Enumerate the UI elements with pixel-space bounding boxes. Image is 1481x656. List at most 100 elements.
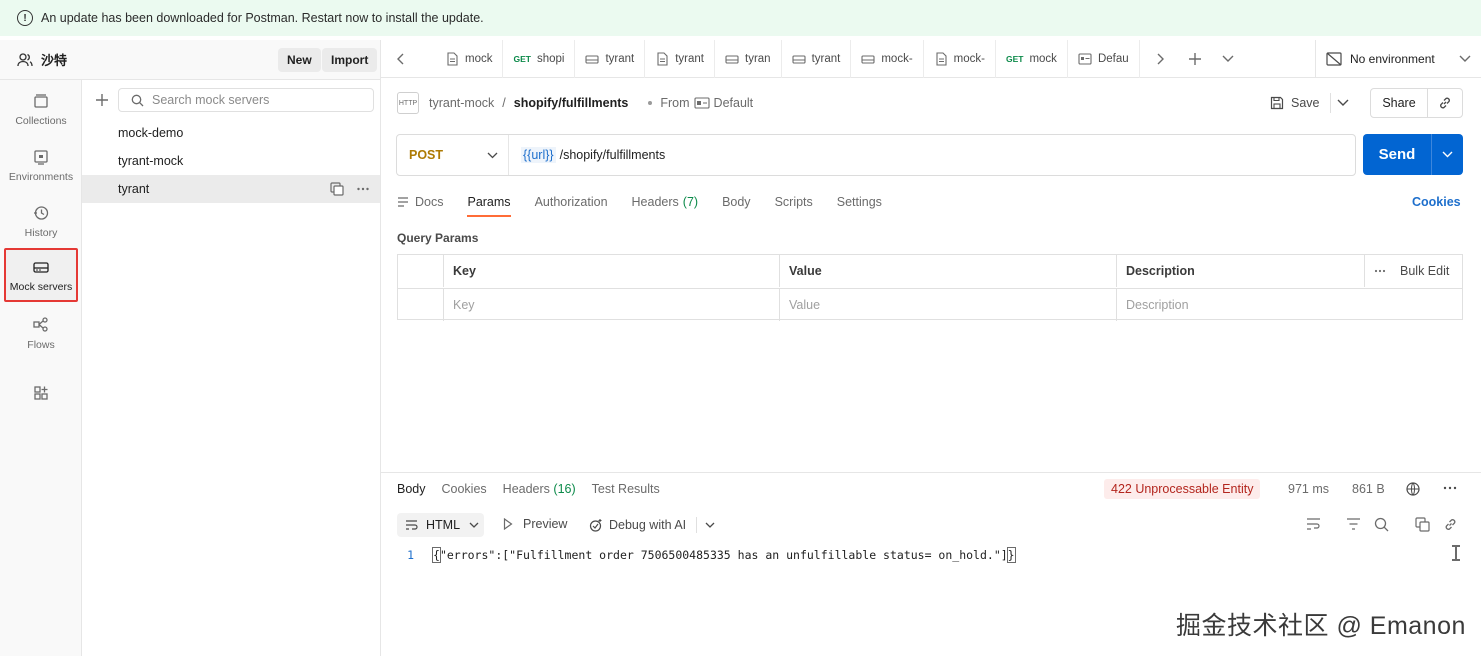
from-environment[interactable]: Default [714,96,754,110]
mock-server-item[interactable]: mock-demo [82,119,380,147]
request-name[interactable]: shopify/fulfillments [514,96,629,110]
tab-item[interactable]: mock [421,39,504,78]
table-header-row: Key Value Description Bulk Edit [398,255,1462,288]
environment-label: No environment [1350,52,1435,66]
description-input[interactable]: Description [1116,289,1462,321]
bulk-edit-button[interactable]: Bulk Edit [1364,255,1462,287]
tab-label: Authorization [534,195,608,209]
tabs-dropdown-button[interactable] [1210,40,1246,78]
new-button[interactable]: New [278,48,321,72]
chevron-down-icon [469,522,479,528]
mock-server-item[interactable]: tyrant-mock [82,147,380,175]
sidebar-item-environments[interactable]: Environments [4,138,78,192]
tab-response-body[interactable]: Body [397,482,426,496]
send-button[interactable]: Send [1363,146,1431,163]
import-button[interactable]: Import [322,48,378,72]
sidebar-item-flows[interactable]: Flows [4,306,78,360]
send-options-button[interactable] [1432,151,1463,158]
tab-headers[interactable]: Headers (7) [632,187,699,217]
save-button[interactable]: Save [1270,96,1320,110]
share-button[interactable]: Share [1371,96,1427,110]
key-input[interactable]: Key [443,289,779,321]
tab-scripts[interactable]: Scripts [775,187,813,217]
method-select[interactable]: POST [397,135,509,175]
debug-label: Debug with AI [609,518,687,532]
tab-settings[interactable]: Settings [837,187,882,217]
search-icon[interactable] [1374,517,1389,532]
tab-item[interactable]: tyrant [645,39,715,78]
left-sidebar: Collections Environments History Mock se… [0,80,82,656]
search-icon [131,94,144,106]
sidebar-item-label: History [24,226,58,239]
method-value: POST [409,148,444,162]
network-globe-icon[interactable] [1405,481,1421,497]
response-body-code[interactable]: 1 {"errors":["Fulfillment order 75065004… [381,545,1451,565]
mock-server-item-selected[interactable]: tyrant [82,175,380,203]
tab-item[interactable]: GET shopi [503,39,576,78]
preview-button[interactable]: Preview [503,517,567,531]
breadcrumb-collection[interactable]: tyrant-mock [429,96,494,110]
send-controls: Send [1363,134,1463,175]
tab-label: tyran [745,52,771,65]
copy-link-button[interactable] [1428,96,1462,110]
tab-response-headers[interactable]: Headers (16) [503,482,576,496]
wrap-lines-icon[interactable] [1306,517,1321,531]
workspace-name[interactable]: 沙特 [17,50,67,69]
sidebar-item-mock-servers[interactable]: Mock servers [4,248,78,302]
collections-icon [34,93,48,108]
bracket-close: } [1006,547,1016,563]
tab-item[interactable]: tyran [715,39,782,78]
tab-docs[interactable]: Docs [397,187,443,217]
tab-response-cookies[interactable]: Cookies [442,482,487,496]
mock-server-label: tyrant-mock [118,154,184,168]
request-tab-strip: mock GET shopi tyrant tyrant tyran tyran… [381,39,1481,78]
tabs-scroll-right-button[interactable] [1140,40,1180,78]
response-more-icon[interactable] [1443,486,1457,490]
search-mock-servers-input[interactable]: Search mock servers [118,88,374,112]
tab-item[interactable]: Defau [1068,39,1140,78]
format-select[interactable]: HTML [397,513,484,537]
chevron-down-icon [487,152,498,158]
copy-url-icon[interactable] [330,182,344,196]
save-label: Save [1291,96,1320,110]
tab-item[interactable]: tyrant [575,39,646,78]
grid-add-icon [34,385,48,400]
mock-server-icon [33,261,49,273]
sidebar-item-history[interactable]: History [4,194,78,248]
url-input[interactable]: {{url}} /shopify/fulfillments [509,147,665,163]
row-checkbox-cell [398,289,443,321]
tab-item[interactable]: mock- [924,39,996,78]
add-mock-server-icon[interactable] [94,92,110,108]
postman-window: ! An update has been downloaded for Post… [0,0,1481,656]
tab-body[interactable]: Body [722,187,751,217]
link-icon[interactable] [1443,517,1458,532]
tab-label: Docs [415,195,444,209]
mock-servers-panel: Search mock servers mock-demo tyrant-moc… [82,80,381,656]
tab-params[interactable]: Params [467,187,511,217]
environment-selector[interactable]: No environment [1315,40,1481,78]
url-bar: POST {{url}} /shopify/fulfillments [396,134,1356,176]
cookies-link[interactable]: Cookies [1412,195,1461,209]
new-tab-button[interactable] [1180,40,1210,78]
configure-workbench-button[interactable] [4,368,78,422]
tab-item[interactable]: GET mock [996,39,1068,78]
tab-item[interactable]: tyrant [782,39,852,78]
response-time[interactable]: 971 ms [1288,482,1329,496]
tabs-scroll-left-button[interactable] [381,40,421,78]
filter-icon[interactable] [1346,517,1361,531]
value-input[interactable]: Value [779,289,1116,321]
flows-icon [33,316,48,332]
status-badge[interactable]: 422 Unprocessable Entity [1104,479,1261,499]
tab-authorization[interactable]: Authorization [535,187,608,217]
sidebar-item-collections[interactable]: Collections [4,82,78,136]
debug-with-ai-button[interactable]: Debug with AI [588,517,715,533]
tab-test-results[interactable]: Test Results [592,482,660,496]
headers-count: (7) [682,195,699,209]
response-size[interactable]: 861 B [1352,482,1385,496]
copy-icon[interactable] [1415,517,1430,532]
response-divider[interactable] [381,472,1481,473]
chevron-down-icon[interactable] [1337,99,1349,107]
tab-item[interactable]: mock- [851,39,924,78]
more-options-icon[interactable] [356,182,370,196]
mock-server-label: tyrant [118,182,150,196]
